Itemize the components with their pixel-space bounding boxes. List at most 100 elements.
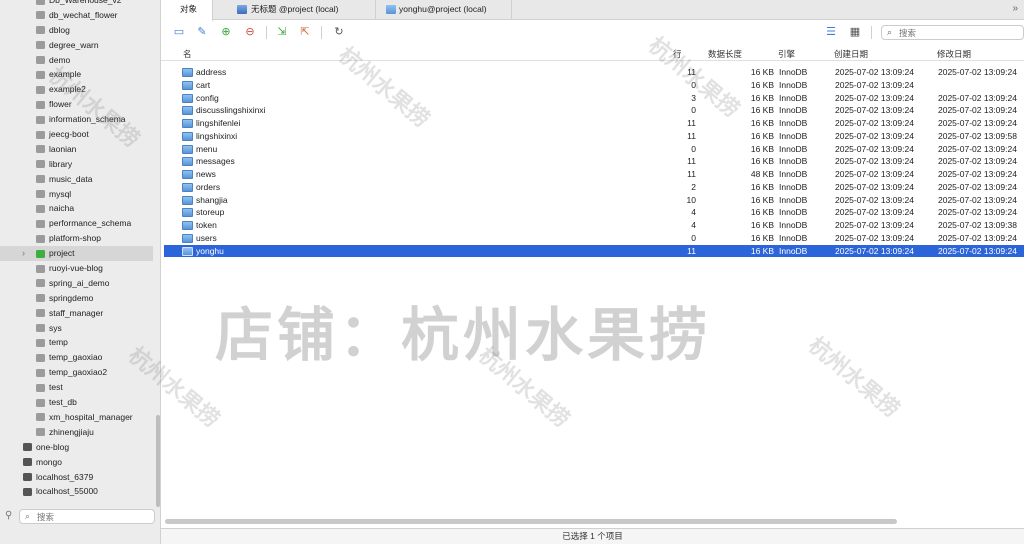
add-circle-icon[interactable]: ⊕ xyxy=(220,26,232,38)
refresh-icon[interactable]: ↻ xyxy=(333,26,345,38)
sidebar-item-xm_hospital_manager[interactable]: xm_hospital_manager xyxy=(0,410,153,425)
sidebar-item-ruoyi-vue-blog[interactable]: ruoyi-vue-blog xyxy=(0,261,153,276)
sidebar-item-staff_manager[interactable]: staff_manager xyxy=(0,306,153,321)
sidebar-item-dblog[interactable]: dblog xyxy=(0,23,153,38)
table-row[interactable]: users 0 16 KB InnoDB 2025-07-02 13:09:24 2025… xyxy=(164,232,1024,245)
connection-item-localhost_6379[interactable]: localhost_6379 xyxy=(0,470,153,485)
toolbar-divider xyxy=(266,26,267,39)
tab-objects[interactable]: 对象 xyxy=(161,0,213,21)
sidebar-item-temp_gaoxiao2[interactable]: temp_gaoxiao2 xyxy=(0,365,153,380)
sidebar-item-project[interactable]: › project xyxy=(0,246,153,262)
sidebar-item-mysql[interactable]: mysql xyxy=(0,187,153,202)
edit-pencil-icon[interactable]: ✎ xyxy=(196,26,208,38)
sidebar-item-information_schema[interactable]: information_schema xyxy=(0,112,153,127)
sidebar-search[interactable]: ⌕ xyxy=(19,509,155,524)
database-icon xyxy=(36,190,45,199)
import-icon[interactable]: ⇲ xyxy=(276,26,288,38)
sidebar-search-input[interactable] xyxy=(37,511,147,522)
sidebar-item-sys[interactable]: sys xyxy=(0,321,153,336)
connection-item-mongo[interactable]: mongo xyxy=(0,455,153,470)
search-icon: ⌕ xyxy=(25,511,31,521)
sidebar-item-example[interactable]: example xyxy=(0,67,153,82)
cell-modified: 2025-07-02 13:09:24 xyxy=(938,105,1017,116)
object-search-input[interactable] xyxy=(899,27,1017,38)
table-row[interactable]: address 11 16 KB InnoDB 2025-07-02 13:09:24 2… xyxy=(164,66,1024,79)
sidebar-item-laonian[interactable]: laonian xyxy=(0,142,153,157)
table-row[interactable]: lingshifenlei 11 16 KB InnoDB 2025-07-02 13:… xyxy=(164,117,1024,130)
remove-circle-icon[interactable]: ⊖ xyxy=(244,26,256,38)
connection-item-localhost_55000[interactable]: localhost_55000 xyxy=(0,484,153,499)
table-row[interactable]: orders 2 16 KB InnoDB 2025-07-02 13:09:24 202… xyxy=(164,181,1024,194)
column-header-data-length[interactable]: 数据长度 xyxy=(708,48,742,60)
connection-icon xyxy=(23,443,32,452)
table-icon xyxy=(182,80,193,90)
sidebar-item-performance_schema[interactable]: performance_schema xyxy=(0,216,153,231)
column-header-name[interactable]: 名 xyxy=(183,48,192,60)
table-row[interactable]: messages 11 16 KB InnoDB 2025-07-02 13:09:24… xyxy=(164,155,1024,168)
database-icon xyxy=(36,309,45,318)
column-header-engine[interactable]: 引擎 xyxy=(778,48,795,60)
column-header-modified[interactable]: 修改日期 xyxy=(937,48,971,60)
sidebar-item-flower[interactable]: flower xyxy=(0,97,153,112)
sidebar-item-springdemo[interactable]: springdemo xyxy=(0,291,153,306)
sidebar-item-zhinengjiaju[interactable]: zhinengjiaju xyxy=(0,425,153,440)
sidebar-item-jeecg-boot[interactable]: jeecg-boot xyxy=(0,127,153,142)
sidebar-item-test[interactable]: test xyxy=(0,380,153,395)
sidebar-item-test_db[interactable]: test_db xyxy=(0,395,153,410)
column-header-created[interactable]: 创建日期 xyxy=(834,48,868,60)
database-icon xyxy=(36,26,45,35)
connection-item-one-blog[interactable]: one-blog xyxy=(0,440,153,455)
list-view-icon[interactable]: ☰ xyxy=(825,26,837,38)
sidebar-item-temp_gaoxiao[interactable]: temp_gaoxiao xyxy=(0,350,153,365)
tab-query-untitled[interactable]: 无标题 @project (local) xyxy=(213,0,376,20)
sidebar-item-degree_warn[interactable]: degree_warn xyxy=(0,38,153,53)
cell-size: 16 KB xyxy=(750,220,774,230)
filter-icon[interactable]: ⚲ xyxy=(5,510,12,521)
object-search[interactable]: ⌕ xyxy=(881,25,1024,40)
sidebar-item-Db_Warehouse_v2[interactable]: Db_Warehouse_v2 xyxy=(0,0,153,8)
table-row[interactable]: menu 0 16 KB InnoDB 2025-07-02 13:09:24 2025-… xyxy=(164,143,1024,156)
table-row[interactable]: news 11 48 KB InnoDB 2025-07-02 13:09:24 2025… xyxy=(164,168,1024,181)
sidebar-item-db_wechat_flower[interactable]: db_wechat_flower xyxy=(0,8,153,23)
folder-open-icon[interactable]: ▭ xyxy=(173,26,185,38)
database-icon xyxy=(36,85,45,94)
cell-name: users xyxy=(196,232,217,243)
sidebar-item-naicha[interactable]: naicha xyxy=(0,201,153,216)
sidebar-item-platform-shop[interactable]: platform-shop xyxy=(0,231,153,246)
sidebar-item-spring_ai_demo[interactable]: spring_ai_demo xyxy=(0,276,153,291)
table-row[interactable]: lingshixinxi 11 16 KB InnoDB 2025-07-02 13:0… xyxy=(164,130,1024,143)
cell-rows: 4 xyxy=(691,207,696,218)
cell-created: 2025-07-02 13:09:24 xyxy=(835,118,914,128)
table-row[interactable]: cart 0 16 KB InnoDB 2025-07-02 13:09:24 xyxy=(164,79,1024,92)
cell-name: address xyxy=(196,67,227,77)
grid-view-icon[interactable]: ▦ xyxy=(849,26,861,38)
table-row[interactable]: discusslingshixinxi 0 16 KB InnoDB 2025-07-0… xyxy=(164,104,1024,117)
table-row[interactable]: config 3 16 KB InnoDB 2025-07-02 13:09:24 202… xyxy=(164,92,1024,105)
more-tabs-icon[interactable]: » xyxy=(1012,3,1018,14)
sidebar-item-label: temp xyxy=(49,337,68,348)
sidebar-item-label: test_db xyxy=(49,397,77,408)
cell-name: lingshixinxi xyxy=(196,130,238,141)
tab-table-yonghu[interactable]: yonghu@project (local) xyxy=(376,0,512,20)
cell-engine: InnoDB xyxy=(779,245,808,256)
cell-name: news xyxy=(196,169,216,179)
column-header-rows[interactable]: 行 xyxy=(673,48,682,60)
sidebar-item-example2[interactable]: example2 xyxy=(0,82,153,97)
sidebar-item-demo[interactable]: demo xyxy=(0,53,153,68)
sidebar-item-temp[interactable]: temp xyxy=(0,335,153,350)
chevron-right-icon[interactable]: › xyxy=(22,246,25,261)
export-icon[interactable]: ⇱ xyxy=(299,26,311,38)
sidebar-item-music_data[interactable]: music_data xyxy=(0,172,153,187)
search-icon: ⌕ xyxy=(887,27,893,37)
table-row[interactable]: yonghu 11 16 KB InnoDB 2025-07-02 13:09:24 20… xyxy=(164,244,1024,258)
table-row[interactable]: token 4 16 KB InnoDB 2025-07-02 13:09:24 2025… xyxy=(164,219,1024,232)
cell-rows: 0 xyxy=(691,232,696,243)
sidebar-item-library[interactable]: library xyxy=(0,157,153,172)
sidebar-scrollbar[interactable] xyxy=(156,415,160,507)
cell-size: 16 KB xyxy=(750,92,774,103)
sidebar-item-label: dblog xyxy=(49,24,70,35)
table-row[interactable]: storeup 4 16 KB InnoDB 2025-07-02 13:09:24 20… xyxy=(164,206,1024,219)
horizontal-scrollbar[interactable] xyxy=(165,519,897,524)
table-row[interactable]: shangjia 10 16 KB InnoDB 2025-07-02 13:09:24… xyxy=(164,194,1024,207)
cell-modified: 2025-07-02 13:09:24 xyxy=(938,194,1017,205)
